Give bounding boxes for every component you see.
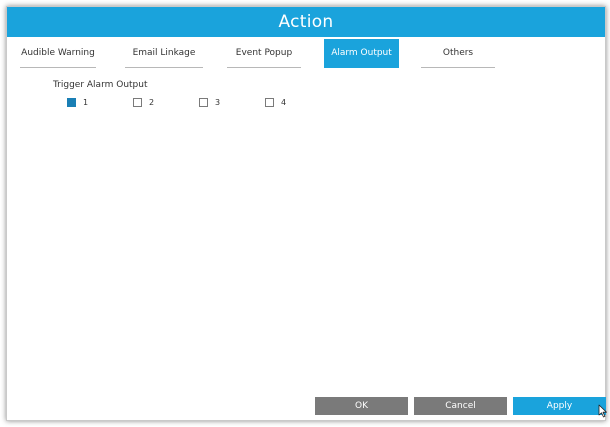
tab-email-linkage[interactable]: Email Linkage bbox=[125, 39, 203, 68]
dialog-title: Action bbox=[278, 12, 334, 32]
alarm-output-2-checkbox[interactable]: 2 bbox=[133, 98, 154, 107]
checkbox-icon bbox=[265, 98, 274, 107]
apply-button[interactable]: Apply bbox=[513, 397, 606, 415]
alarm-output-2-label: 2 bbox=[149, 98, 155, 107]
alarm-output-1-checkbox[interactable]: 1 bbox=[67, 98, 88, 107]
checkbox-checked-icon bbox=[67, 98, 76, 107]
alarm-output-4-label: 4 bbox=[281, 98, 287, 107]
tab-alarm-output[interactable]: Alarm Output bbox=[324, 39, 399, 68]
ok-button[interactable]: OK bbox=[315, 397, 408, 415]
tab-bar: Audible Warning Email Linkage Event Popu… bbox=[7, 39, 605, 69]
action-dialog: Action Audible Warning Email Linkage Eve… bbox=[6, 6, 606, 421]
alarm-output-3-checkbox[interactable]: 3 bbox=[199, 98, 220, 107]
tab-event-popup[interactable]: Event Popup bbox=[227, 39, 301, 68]
alarm-output-1-label: 1 bbox=[83, 98, 89, 107]
alarm-output-checkboxes: 1 2 3 4 bbox=[7, 98, 605, 112]
alarm-output-3-label: 3 bbox=[215, 98, 221, 107]
checkbox-icon bbox=[199, 98, 208, 107]
tab-audible-warning[interactable]: Audible Warning bbox=[20, 39, 96, 68]
title-bar: Action bbox=[7, 7, 605, 37]
cancel-button[interactable]: Cancel bbox=[414, 397, 507, 415]
alarm-output-4-checkbox[interactable]: 4 bbox=[265, 98, 286, 107]
trigger-alarm-output-label: Trigger Alarm Output bbox=[53, 80, 148, 90]
tab-others[interactable]: Others bbox=[421, 39, 495, 68]
mouse-pointer-icon bbox=[598, 404, 607, 418]
checkbox-icon bbox=[133, 98, 142, 107]
